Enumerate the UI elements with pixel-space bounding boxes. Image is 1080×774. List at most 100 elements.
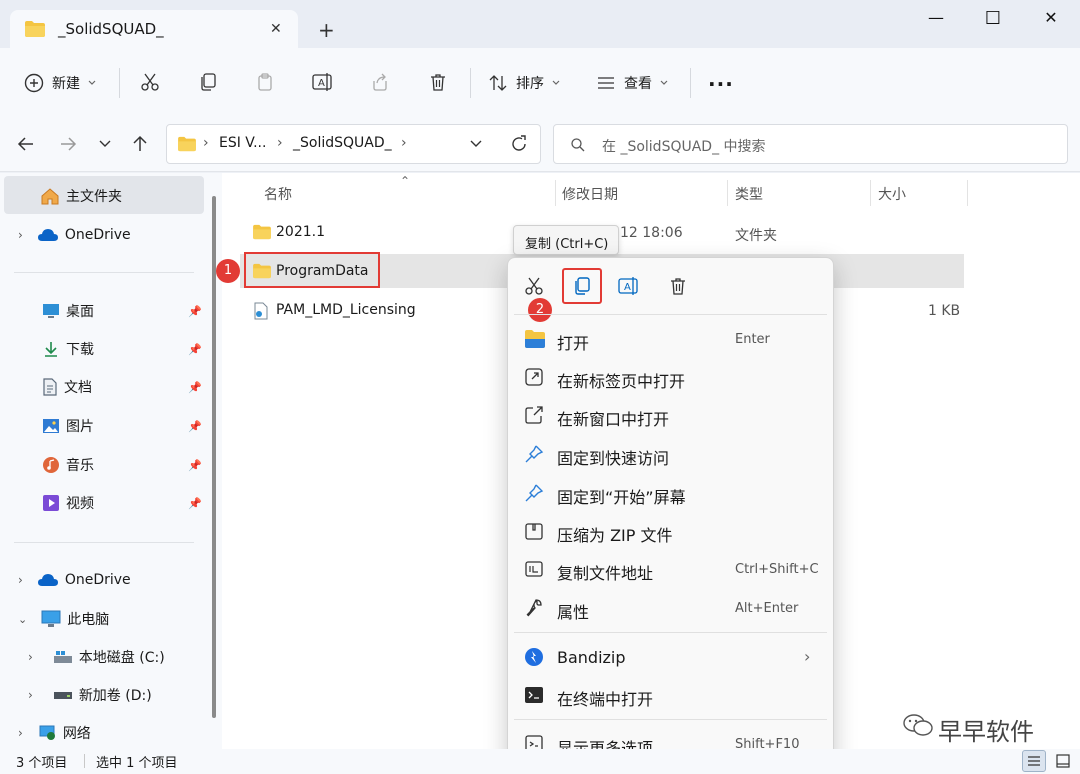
pin-icon[interactable]: 📌 bbox=[188, 343, 202, 356]
selected-count: 选中 1 个项目 bbox=[96, 756, 178, 771]
menu-item-pin-start[interactable]: 固定到“开始”屏幕 bbox=[508, 475, 833, 511]
sidebar-item-onedrive[interactable]: › OneDrive bbox=[18, 220, 131, 250]
menu-item-open-terminal[interactable]: 在终端中打开 bbox=[508, 677, 833, 713]
sidebar-item-network[interactable]: › 网络 bbox=[18, 718, 91, 748]
more-options-button[interactable]: ··· bbox=[708, 72, 734, 96]
cut-icon[interactable] bbox=[524, 276, 544, 296]
share-icon[interactable] bbox=[370, 72, 390, 92]
sidebar-item-downloads[interactable]: 下载 📌 bbox=[42, 334, 222, 364]
column-divider[interactable] bbox=[870, 180, 871, 206]
sidebar-item-music[interactable]: 音乐 📌 bbox=[42, 450, 222, 480]
rename-icon[interactable]: A bbox=[312, 72, 334, 92]
menu-item-zip[interactable]: 压缩为 ZIP 文件 bbox=[508, 513, 833, 549]
delete-icon[interactable] bbox=[428, 72, 448, 92]
maximize-button[interactable]: ☐ bbox=[970, 8, 1016, 30]
menu-item-label: 复制文件地址 bbox=[557, 564, 654, 583]
wrench-icon bbox=[524, 598, 546, 620]
sidebar-item-this-pc[interactable]: ⌄ 此电脑 bbox=[18, 604, 109, 634]
breadcrumb-esi[interactable]: ESI V... bbox=[219, 135, 266, 151]
refresh-icon[interactable] bbox=[509, 134, 529, 154]
menu-item-label: 压缩为 ZIP 文件 bbox=[557, 526, 673, 545]
menu-item-properties[interactable]: 属性 Alt+Enter bbox=[508, 590, 833, 626]
toolbar-divider bbox=[119, 68, 120, 98]
chevron-down-icon bbox=[660, 80, 668, 86]
pin-icon[interactable]: 📌 bbox=[188, 381, 202, 394]
column-header-type[interactable]: 类型 bbox=[735, 184, 763, 204]
pictures-icon bbox=[42, 418, 60, 434]
copy-icon[interactable] bbox=[198, 72, 218, 92]
cut-icon[interactable] bbox=[140, 72, 160, 92]
sidebar-item-desktop[interactable]: 桌面 📌 bbox=[42, 296, 222, 326]
status-divider bbox=[84, 754, 85, 768]
address-dropdown-icon[interactable] bbox=[469, 138, 483, 150]
recent-locations-icon[interactable] bbox=[98, 136, 112, 150]
breadcrumb-solidsquad[interactable]: _SolidSQUAD_ bbox=[293, 135, 392, 151]
close-window-button[interactable]: ✕ bbox=[1028, 8, 1074, 30]
plus-circle-icon bbox=[24, 73, 44, 93]
column-header-size[interactable]: 大小 bbox=[878, 184, 906, 204]
wechat-icon bbox=[902, 712, 934, 738]
column-divider[interactable] bbox=[967, 180, 968, 206]
tab-solidsquad[interactable]: _SolidSQUAD_ ✕ bbox=[10, 10, 298, 48]
menu-item-open[interactable]: 打开 Enter bbox=[508, 321, 833, 357]
sidebar-item-documents[interactable]: 文档 📌 bbox=[42, 372, 222, 402]
sidebar-item-videos[interactable]: 视频 📌 bbox=[42, 488, 222, 518]
menu-item-open-new-window[interactable]: 在新窗口中打开 bbox=[508, 397, 833, 433]
menu-item-label: 固定到“开始”屏幕 bbox=[557, 488, 686, 507]
paste-icon[interactable] bbox=[256, 72, 276, 92]
menu-item-shortcut: Ctrl+Shift+C bbox=[735, 562, 819, 577]
new-button[interactable]: 新建 bbox=[24, 72, 96, 94]
sidebar-item-pictures[interactable]: 图片 📌 bbox=[42, 411, 222, 441]
pin-icon[interactable]: 📌 bbox=[188, 420, 202, 433]
pin-icon[interactable]: 📌 bbox=[188, 497, 202, 510]
sidebar-item-drive-c[interactable]: › 本地磁盘 (C:) bbox=[28, 642, 165, 672]
pin-start-icon bbox=[524, 483, 546, 505]
menu-item-label: 在新标签页中打开 bbox=[557, 372, 686, 391]
forward-arrow-icon[interactable] bbox=[58, 134, 78, 154]
pin-icon[interactable]: 📌 bbox=[188, 459, 202, 472]
copy-icon[interactable] bbox=[572, 276, 592, 296]
menu-divider bbox=[514, 632, 827, 633]
pin-icon[interactable]: 📌 bbox=[188, 305, 202, 318]
cloud-icon bbox=[37, 228, 59, 242]
new-tab-button[interactable]: + bbox=[318, 18, 335, 42]
tiles-view-icon[interactable] bbox=[1052, 750, 1074, 772]
minimize-button[interactable]: — bbox=[913, 8, 959, 30]
details-view-icon[interactable] bbox=[1022, 750, 1046, 772]
column-header-modified[interactable]: 修改日期 bbox=[562, 184, 618, 204]
sidebar-item-drive-d[interactable]: › 新加卷 (D:) bbox=[28, 680, 152, 710]
sidebar-item-onedrive-2[interactable]: › OneDrive bbox=[18, 565, 131, 595]
sort-button[interactable]: 排序 bbox=[488, 72, 560, 94]
breadcrumb-separator: › bbox=[203, 135, 209, 151]
breadcrumb-separator: › bbox=[401, 135, 407, 151]
sidebar-divider bbox=[14, 542, 194, 543]
menu-item-open-new-tab[interactable]: 在新标签页中打开 bbox=[508, 359, 833, 395]
tab-close-icon[interactable]: ✕ bbox=[270, 21, 282, 37]
folder-icon bbox=[524, 329, 546, 351]
chevron-right-icon: › bbox=[18, 228, 23, 242]
back-arrow-icon[interactable] bbox=[16, 134, 36, 154]
sidebar-item-label: OneDrive bbox=[64, 227, 131, 243]
menu-item-bandizip[interactable]: Bandizip › bbox=[508, 639, 833, 675]
menu-item-pin-quick-access[interactable]: 固定到快速访问 bbox=[508, 436, 833, 472]
view-button[interactable]: 查看 bbox=[596, 72, 668, 94]
search-box[interactable]: 在 _SolidSQUAD_ 中搜索 bbox=[553, 124, 1068, 164]
watermark-text: 早早软件 bbox=[938, 718, 1034, 746]
file-type: 文件夹 bbox=[735, 228, 777, 244]
column-divider[interactable] bbox=[727, 180, 728, 206]
menu-item-label: 打开 bbox=[557, 334, 590, 353]
delete-icon[interactable] bbox=[668, 276, 688, 296]
address-bar[interactable]: › ESI V... › _SolidSQUAD_ › bbox=[166, 124, 541, 164]
rename-icon[interactable]: A bbox=[618, 276, 640, 296]
sidebar-scrollbar[interactable] bbox=[212, 196, 216, 718]
up-arrow-icon[interactable] bbox=[130, 134, 150, 154]
search-placeholder: 在 _SolidSQUAD_ 中搜索 bbox=[602, 139, 766, 155]
view-list-icon bbox=[596, 73, 616, 93]
menu-item-copy-path[interactable]: 复制文件地址 Ctrl+Shift+C bbox=[508, 551, 833, 587]
search-icon bbox=[570, 137, 586, 153]
column-divider[interactable] bbox=[555, 180, 556, 206]
sidebar-item-home[interactable]: 主文件夹 bbox=[40, 181, 122, 211]
sort-label: 排序 bbox=[516, 76, 544, 92]
music-icon bbox=[42, 456, 60, 474]
column-header-name[interactable]: 名称 bbox=[264, 184, 292, 204]
